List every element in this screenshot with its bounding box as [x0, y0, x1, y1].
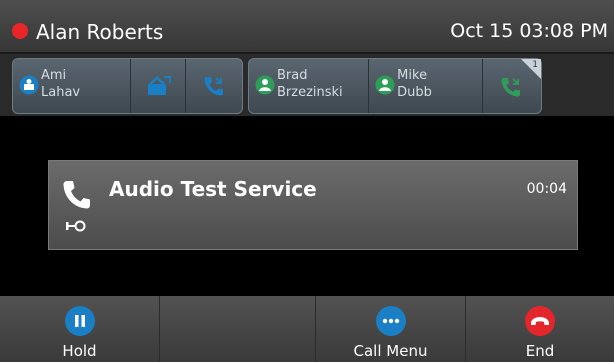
presence-status-icon [12, 23, 28, 39]
handset-icon [61, 179, 91, 217]
contact-presence-icon [375, 75, 395, 99]
contact-last-name: Lahav [41, 85, 81, 100]
call-menu-button[interactable]: Call Menu [316, 296, 466, 362]
line-key-brad-brzezinski[interactable]: Brad Brzezinski [249, 59, 370, 113]
badge-corner [521, 59, 541, 79]
line-key-mike-dubb[interactable]: Mike Dubb [369, 59, 484, 113]
audio-device-icon [65, 217, 87, 236]
contact-last-name: Dubb [397, 85, 432, 100]
phone-icon [203, 75, 225, 101]
transfer-icon [145, 75, 172, 101]
contact-first-name: Mike [397, 68, 428, 83]
date-time: Oct 15 03:08 PM [450, 20, 608, 42]
active-call-icon [500, 75, 524, 103]
active-call-card[interactable]: Audio Test Service 00:04 [48, 160, 578, 250]
line-key-call[interactable] [186, 59, 242, 113]
call-timer: 00:04 [526, 181, 567, 197]
line-key-ami-lahav[interactable]: Ami Lahav [13, 59, 131, 113]
line-key-active-call[interactable]: 1 [483, 59, 541, 113]
line-key-group-2: Brad Brzezinski Mike Dubb 1 [248, 58, 542, 114]
hang-up-icon [525, 306, 555, 336]
line-key-group-1: Ami Lahav [12, 58, 243, 114]
call-count-badge: 1 [532, 60, 538, 70]
end-call-button[interactable]: End [466, 296, 614, 362]
contact-first-name: Ami [41, 68, 67, 83]
contact-first-name: Brad [277, 68, 308, 83]
contact-last-name: Brzezinski [277, 85, 343, 100]
empty-softkey [160, 296, 316, 362]
softkey-bar: Hold Call Menu End [0, 296, 614, 362]
user-name: Alan Roberts [36, 20, 164, 44]
contact-presence-icon [255, 75, 275, 99]
pause-icon [64, 306, 95, 336]
call-party-name: Audio Test Service [109, 177, 317, 201]
more-icon [375, 306, 406, 336]
status-bar: Alan Roberts Oct 15 03:08 PM [0, 0, 614, 54]
hold-label: Hold [62, 342, 97, 360]
call-menu-label: Call Menu [353, 342, 428, 360]
line-key-transfer[interactable] [131, 59, 187, 113]
contact-presence-icon [19, 75, 39, 99]
hold-button[interactable]: Hold [0, 296, 160, 362]
line-key-strip: Ami Lahav Brad Brzezinski Mike Dubb 1 [0, 54, 614, 116]
end-label: End [525, 342, 555, 360]
